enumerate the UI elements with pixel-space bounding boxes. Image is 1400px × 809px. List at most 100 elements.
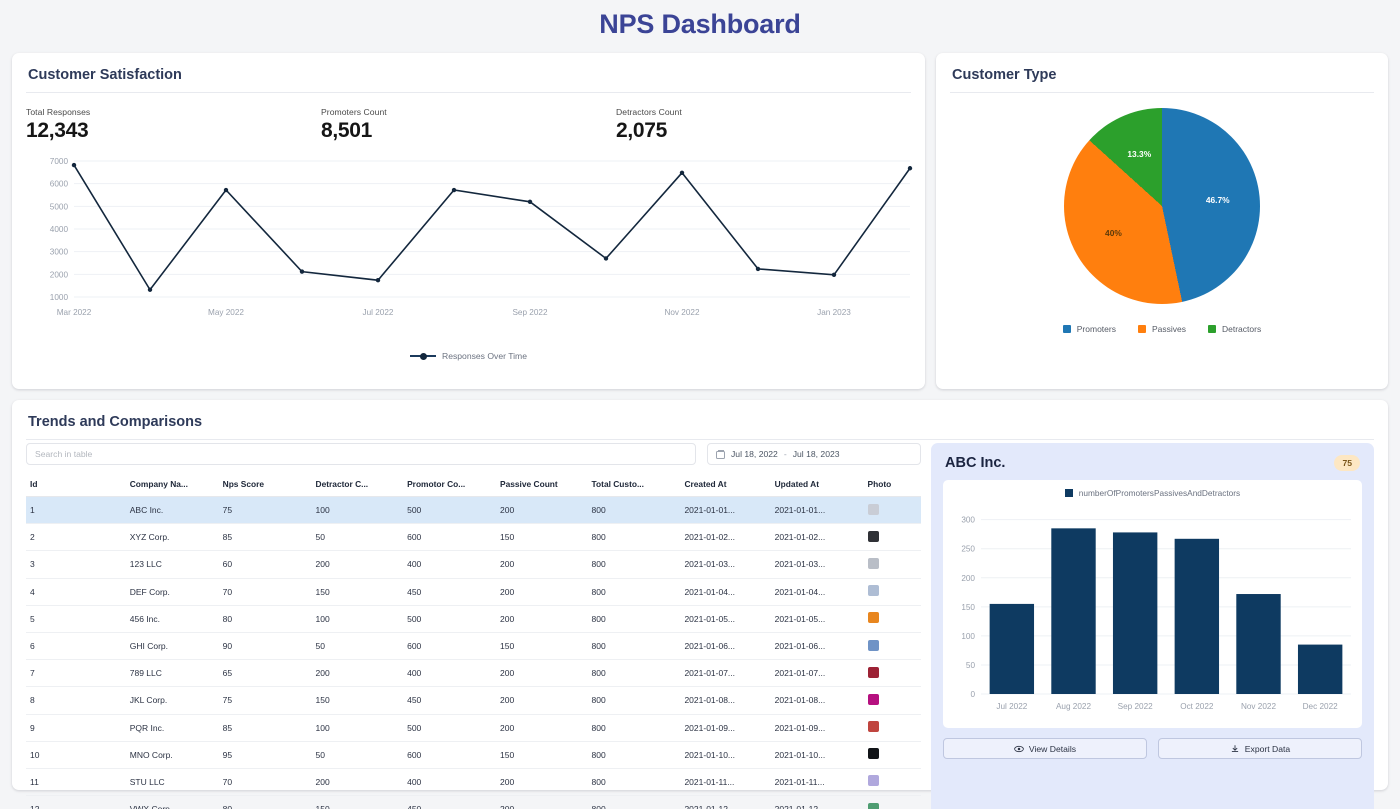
table-row[interactable]: 10MNO Corp.95506001508002021-01-10...202…: [26, 741, 921, 768]
table-cell-detractor: 50: [312, 524, 404, 551]
svg-text:Jul 2022: Jul 2022: [996, 702, 1027, 711]
table-cell-nps: 80: [219, 796, 312, 809]
bar-legend-label: numberOfPromotersPassivesAndDetractors: [1079, 488, 1240, 498]
view-details-button[interactable]: View Details: [943, 738, 1147, 759]
svg-text:5000: 5000: [50, 202, 69, 211]
export-data-button[interactable]: Export Data: [1158, 738, 1362, 759]
photo-thumbnail-icon: [868, 667, 879, 678]
table-header-cell[interactable]: Total Custo...: [588, 472, 681, 497]
trends-body: Search in table Jul 18, 2022 - Jul 18, 2…: [12, 440, 1388, 809]
svg-text:7000: 7000: [50, 157, 69, 166]
legend-item-promoters[interactable]: Promoters: [1063, 324, 1116, 334]
photo-thumbnail-icon: [868, 585, 879, 596]
table-row[interactable]: 8JKL Corp.751504502008002021-01-08...202…: [26, 687, 921, 714]
table-cell-id: 9: [26, 714, 126, 741]
svg-text:3000: 3000: [50, 248, 69, 257]
table-cell-updated: 2021-01-12...: [771, 796, 864, 809]
table-cell-nps: 70: [219, 578, 312, 605]
table-row[interactable]: 11STU LLC702004002008002021-01-11...2021…: [26, 768, 921, 795]
responses-line-chart: 1000200030004000500060007000Mar 2022May …: [12, 149, 925, 349]
table-cell-total: 800: [588, 524, 681, 551]
table-cell-id: 12: [26, 796, 126, 809]
table-cell-passive: 200: [496, 551, 588, 578]
svg-text:Dec 2022: Dec 2022: [1303, 702, 1338, 711]
table-cell-total: 800: [588, 687, 681, 714]
table-cell-company: 456 Inc.: [126, 605, 219, 632]
table-column: Search in table Jul 18, 2022 - Jul 18, 2…: [26, 440, 921, 809]
legend-item-passives[interactable]: Passives: [1138, 324, 1186, 334]
table-cell-nps: 60: [219, 551, 312, 578]
table-cell-created: 2021-01-01...: [680, 497, 770, 524]
photo-thumbnail-icon: [868, 775, 879, 786]
svg-text:Sep 2022: Sep 2022: [512, 308, 548, 317]
table-row[interactable]: 4DEF Corp.701504502008002021-01-04...202…: [26, 578, 921, 605]
table-cell-created: 2021-01-06...: [680, 632, 770, 659]
table-cell-created: 2021-01-12...: [680, 796, 770, 809]
table-cell-company: XYZ Corp.: [126, 524, 219, 551]
table-cell-nps: 80: [219, 605, 312, 632]
table-cell-promotor: 500: [403, 714, 496, 741]
table-row[interactable]: 1ABC Inc.751005002008002021-01-01...2021…: [26, 497, 921, 524]
table-cell-passive: 200: [496, 497, 588, 524]
nps-table: IdCompany Na...Nps ScoreDetractor C...Pr…: [26, 472, 921, 809]
photo-thumbnail-icon: [868, 721, 879, 732]
calendar-icon: [716, 450, 725, 459]
table-header-cell[interactable]: Nps Score: [219, 472, 312, 497]
top-row: Customer Satisfaction Total Responses 12…: [0, 53, 1400, 389]
kpi-promoters-count: Promoters Count 8,501: [321, 107, 616, 143]
table-cell-detractor: 150: [312, 578, 404, 605]
table-cell-id: 4: [26, 578, 126, 605]
table-cell-id: 11: [26, 768, 126, 795]
table-header-row: IdCompany Na...Nps ScoreDetractor C...Pr…: [26, 472, 921, 497]
svg-text:Nov 2022: Nov 2022: [664, 308, 699, 317]
table-cell-photo: [864, 524, 921, 551]
table-row[interactable]: 7789 LLC652004002008002021-01-07...2021-…: [26, 660, 921, 687]
table-cell-total: 800: [588, 714, 681, 741]
pie-slice-label-promoters: 46.7%: [1206, 195, 1230, 205]
table-cell-photo: [864, 578, 921, 605]
table-row[interactable]: 2XYZ Corp.85506001508002021-01-02...2021…: [26, 524, 921, 551]
table-header-cell[interactable]: Promotor Co...: [403, 472, 496, 497]
table-cell-id: 8: [26, 687, 126, 714]
search-input[interactable]: Search in table: [26, 443, 696, 465]
table-header-cell[interactable]: Company Na...: [126, 472, 219, 497]
legend-swatch-icon: [1208, 325, 1216, 333]
legend-label: Promoters: [1077, 324, 1116, 334]
photo-thumbnail-icon: [868, 612, 879, 623]
table-row[interactable]: 12VWX Corp.801504502008002021-01-12...20…: [26, 796, 921, 809]
table-row[interactable]: 9PQR Inc.851005002008002021-01-09...2021…: [26, 714, 921, 741]
table-cell-nps: 85: [219, 714, 312, 741]
table-header-cell[interactable]: Detractor C...: [312, 472, 404, 497]
svg-text:200: 200: [961, 574, 975, 583]
table-header-cell[interactable]: Id: [26, 472, 126, 497]
svg-text:Aug 2022: Aug 2022: [1056, 702, 1092, 711]
svg-text:Oct 2022: Oct 2022: [1180, 702, 1214, 711]
legend-item-detractors[interactable]: Detractors: [1208, 324, 1261, 334]
pie-slice-label-detractors: 13.3%: [1127, 149, 1151, 159]
photo-thumbnail-icon: [868, 803, 879, 809]
table-header-cell[interactable]: Created At: [680, 472, 770, 497]
table-cell-company: VWX Corp.: [126, 796, 219, 809]
legend-swatch-icon: [1065, 489, 1073, 497]
table-cell-company: DEF Corp.: [126, 578, 219, 605]
table-cell-passive: 200: [496, 796, 588, 809]
download-icon: [1230, 744, 1240, 754]
table-cell-photo: [864, 687, 921, 714]
table-cell-created: 2021-01-07...: [680, 660, 770, 687]
svg-text:150: 150: [961, 603, 975, 612]
table-row[interactable]: 5456 Inc.801005002008002021-01-05...2021…: [26, 605, 921, 632]
table-header-cell[interactable]: Photo: [864, 472, 921, 497]
date-range-picker[interactable]: Jul 18, 2022 - Jul 18, 2023: [707, 443, 921, 465]
customer-satisfaction-title: Customer Satisfaction: [12, 53, 925, 92]
table-cell-detractor: 150: [312, 796, 404, 809]
table-cell-passive: 200: [496, 578, 588, 605]
table-cell-updated: 2021-01-06...: [771, 632, 864, 659]
customer-type-pie-chart: 46.7% 40% 13.3%: [936, 93, 1388, 318]
table-row[interactable]: 3123 LLC602004002008002021-01-03...2021-…: [26, 551, 921, 578]
photo-thumbnail-icon: [868, 694, 879, 705]
photo-thumbnail-icon: [868, 558, 879, 569]
table-header-cell[interactable]: Updated At: [771, 472, 864, 497]
table-header-cell[interactable]: Passive Count: [496, 472, 588, 497]
table-cell-photo: [864, 551, 921, 578]
table-row[interactable]: 6GHI Corp.90506001508002021-01-06...2021…: [26, 632, 921, 659]
